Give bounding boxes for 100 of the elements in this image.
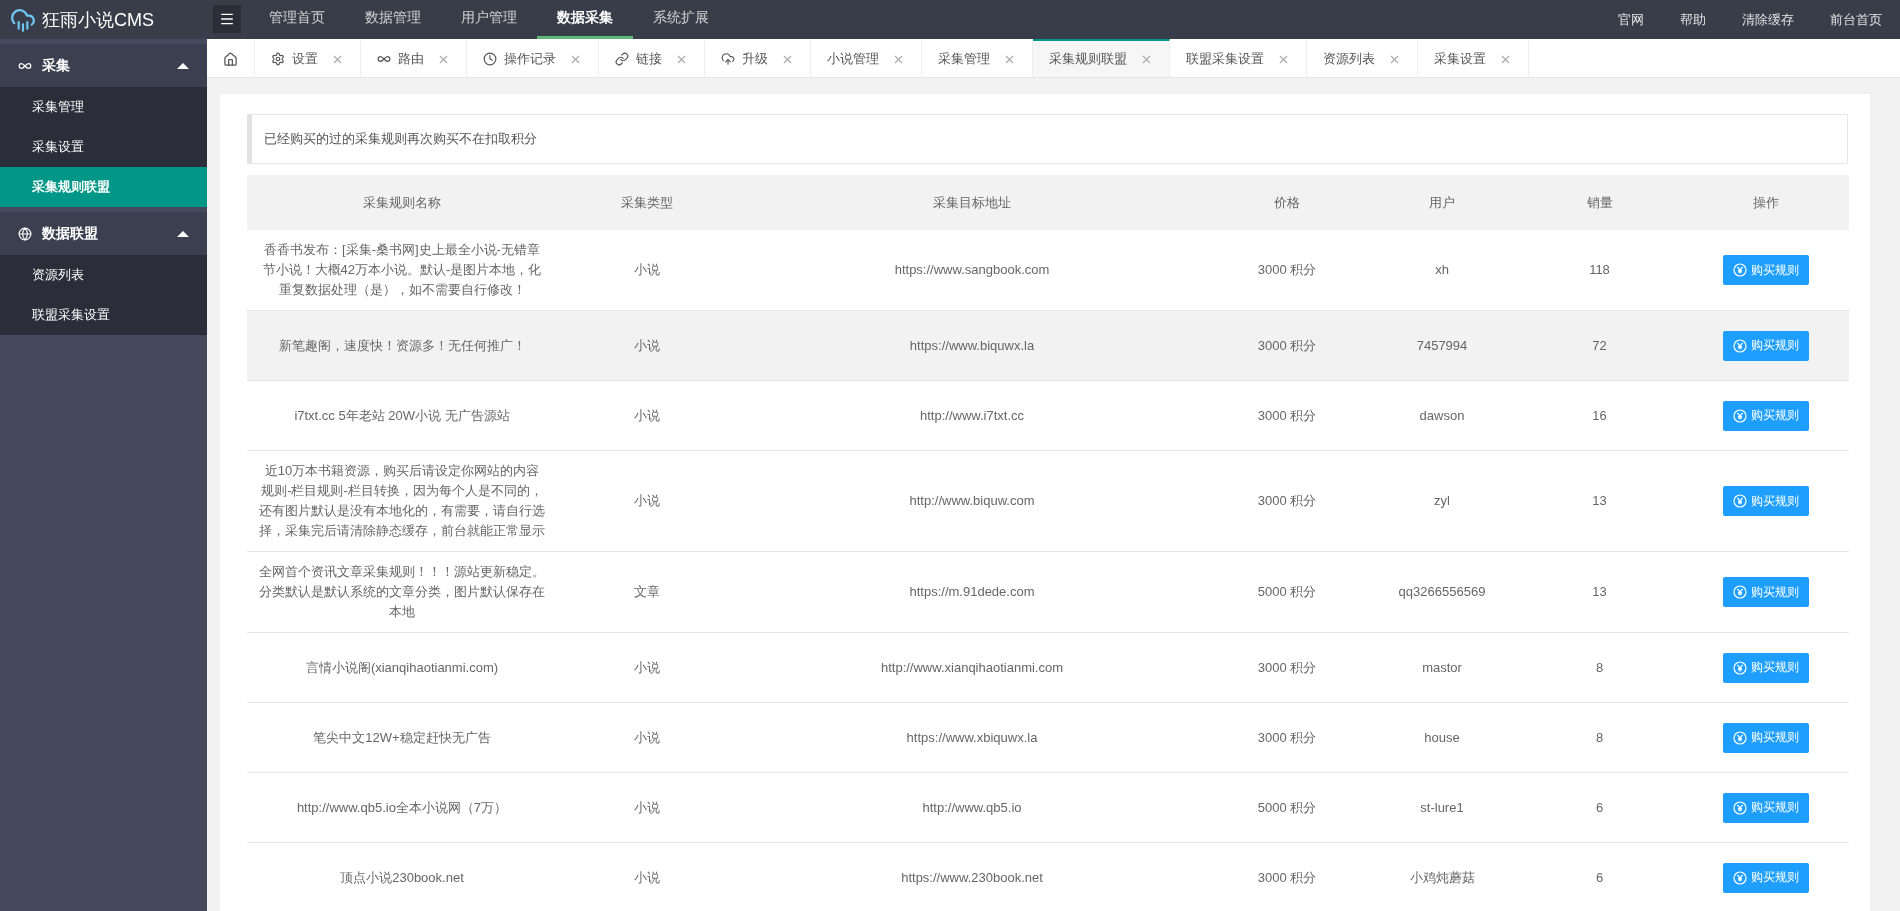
column-header: 价格: [1207, 175, 1367, 230]
menu-icon: [219, 11, 235, 27]
table-cell: 8: [1517, 702, 1682, 773]
tab-label: 路由: [398, 50, 424, 68]
table-row[interactable]: i7txt.cc 5年老站 20W小说 无广告源站 小说 http://www.i7txt.cc 3000 积分 dawson 16 购买规则: [247, 380, 1849, 451]
table-cell: 小说: [557, 842, 737, 911]
table-cell: http://www.xianqihaotianmi.com: [737, 632, 1207, 703]
tab-label: 设置: [292, 50, 318, 68]
tab-label: 链接: [636, 50, 662, 68]
column-header: 操作: [1682, 175, 1849, 230]
settings-icon: [271, 52, 285, 66]
sidebar-group-label: 采集: [42, 56, 71, 75]
table-cell: 72: [1517, 310, 1682, 381]
table-cell: 13: [1517, 551, 1682, 633]
column-header: 采集目标地址: [737, 175, 1207, 230]
table-cell: 小说: [557, 632, 737, 703]
table-cell: i7txt.cc 5年老站 20W小说 无广告源站: [247, 380, 557, 451]
yen-icon: [1732, 870, 1747, 885]
table-cell: 13: [1517, 450, 1682, 552]
table-cell: mastor: [1367, 632, 1517, 703]
yen-icon: [1732, 730, 1747, 745]
clock-icon: [483, 52, 497, 66]
tab-label: 升级: [742, 50, 768, 68]
yen-icon: [1732, 585, 1747, 599]
yen-icon: [1732, 494, 1747, 508]
table-cell: 7457994: [1367, 310, 1517, 381]
table-cell: 香香书发布：[采集-桑书网]史上最全小说-无错章节小说！大概42万本小说。默认-是图片本地，化重复数据处理（是），如不需要自行修改！: [247, 230, 557, 311]
tab-label: 采集管理: [938, 50, 990, 68]
top-nav-item[interactable]: 数据管理: [345, 0, 441, 39]
table-cell: 全网首个资讯文章采集规则！！！源站更新稳定。分类默认是默认系统的文章分类，图片默认保存在本地: [247, 551, 557, 633]
table-cell: 文章: [557, 551, 737, 633]
yen-icon: [1732, 408, 1747, 423]
cloud-upload-icon: [721, 52, 735, 66]
table-cell: https://www.xbiquwx.la: [737, 702, 1207, 773]
sidebar-item[interactable]: 联盟采集设置: [0, 295, 207, 335]
table-cell: https://m.91dede.com: [737, 551, 1207, 633]
table-row[interactable]: 笔尖中文12W+稳定赶快无广告 小说 https://www.xbiquwx.la 3000 积分 house 8 购买规则: [247, 702, 1849, 773]
menu-toggle-button[interactable]: [213, 5, 241, 33]
link-icon: [615, 52, 629, 66]
table-cell: 3000 积分: [1207, 450, 1367, 552]
table-cell: https://www.230book.net: [737, 842, 1207, 911]
table-cell: 5000 积分: [1207, 772, 1367, 843]
table-cell: 118: [1517, 230, 1682, 311]
tab-label: 联盟采集设置: [1186, 50, 1264, 68]
sidebar-item[interactable]: 采集规则联盟: [0, 167, 207, 207]
table-cell: 小说: [557, 230, 737, 311]
table-cell: https://www.sangbook.com: [737, 230, 1207, 311]
table-cell: 3000 积分: [1207, 632, 1367, 703]
top-nav-item[interactable]: 管理首页: [249, 0, 345, 39]
sidebar-item[interactable]: 采集管理: [0, 87, 207, 127]
home-icon: [223, 51, 238, 67]
top-nav-item[interactable]: 用户管理: [441, 0, 537, 39]
table-cell: 3000 积分: [1207, 702, 1367, 773]
table-cell: qq3266556569: [1367, 551, 1517, 633]
sidebar-item[interactable]: 资源列表: [0, 255, 207, 295]
table-cell: dawson: [1367, 380, 1517, 451]
app-logo-text: 狂雨小说CMS: [42, 8, 154, 32]
tab-label: 小说管理: [827, 50, 879, 68]
tab-label: 采集设置: [1434, 50, 1486, 68]
table-cell: 小说: [557, 310, 737, 381]
table-cell: 小说: [557, 702, 737, 773]
table-cell: 小鸡炖蘑菇: [1367, 842, 1517, 911]
table-cell: http://www.i7txt.cc: [737, 380, 1207, 451]
column-header: 采集类型: [557, 175, 737, 230]
page-tab[interactable]: 采集规则联盟: [1033, 39, 1170, 77]
top-link[interactable]: 清除缓存: [1724, 0, 1812, 39]
rain-cloud-logo-icon: [10, 6, 36, 33]
table-row[interactable]: 新笔趣阁，速度快！资源多！无任何推广！ 小说 https://www.biquwx.la 3000 积分 7457994 72 购买规则: [247, 310, 1849, 381]
table-cell: 小说: [557, 772, 737, 843]
sidebar-item[interactable]: 采集设置: [0, 127, 207, 167]
table-cell: xh: [1367, 230, 1517, 311]
table-cell: 16: [1517, 380, 1682, 451]
sidebar-group-label: 数据联盟: [42, 224, 99, 243]
table-cell: 小说: [557, 450, 737, 552]
table-cell: 3000 积分: [1207, 230, 1367, 311]
globe-icon: [18, 226, 32, 241]
table-row[interactable]: 全网首个资讯文章采集规则！！！源站更新稳定。分类默认是默认系统的文章分类，图片默认保存在本地 文章 https://m.91dede.com 5000 积分 qq3266556569 13 购买规则: [247, 551, 1849, 633]
table-cell: http://www.biquw.com: [737, 450, 1207, 552]
table-row[interactable]: 近10万本书籍资源，购买后请设定你网站的内容规则-栏目规则-栏目转换，因为每个人是不同的，还有图片默认是没有本地化的，有需要，请自行选择，采集完后请清除静态缓存，前台就能正常显示 小说 http://www.biquw.com 3000 积分 zyl 13 购买规则: [247, 450, 1849, 552]
table-row[interactable]: http://www.qb5.io全本小说网（7万） 小说 http://www.qb5.io 5000 积分 st-lure1 6 购买规则: [247, 772, 1849, 843]
column-header: 用户: [1367, 175, 1517, 230]
tab-label: 操作记录: [504, 50, 556, 68]
table-cell: 8: [1517, 632, 1682, 703]
table-cell: http://www.qb5.io: [737, 772, 1207, 843]
table-cell: 5000 积分: [1207, 551, 1367, 633]
top-link[interactable]: 前台首页: [1812, 0, 1900, 39]
notice-text: 已经购买的过的采集规则再次购买不在扣取积分: [247, 114, 1848, 164]
table-cell: 新笔趣阁，速度快！资源多！无任何推广！: [247, 310, 557, 381]
table-row[interactable]: 言情小说阁(xianqihaotianmi.com) 小说 http://www.xianqihaotianmi.com 3000 积分 mastor 8 购买规则: [247, 632, 1849, 703]
table-cell: 3000 积分: [1207, 310, 1367, 381]
table-cell: 3000 积分: [1207, 380, 1367, 451]
yen-icon: [1732, 660, 1747, 675]
top-link[interactable]: 帮助: [1662, 0, 1724, 39]
top-nav-item[interactable]: 系统扩展: [633, 0, 729, 39]
yen-icon: [1732, 338, 1747, 353]
tab-label: 资源列表: [1323, 50, 1375, 68]
top-link[interactable]: 官网: [1600, 0, 1662, 39]
table-cell: st-lure1: [1367, 772, 1517, 843]
column-header: 采集规则名称: [247, 175, 557, 230]
table-cell: http://www.qb5.io全本小说网（7万）: [247, 772, 557, 843]
